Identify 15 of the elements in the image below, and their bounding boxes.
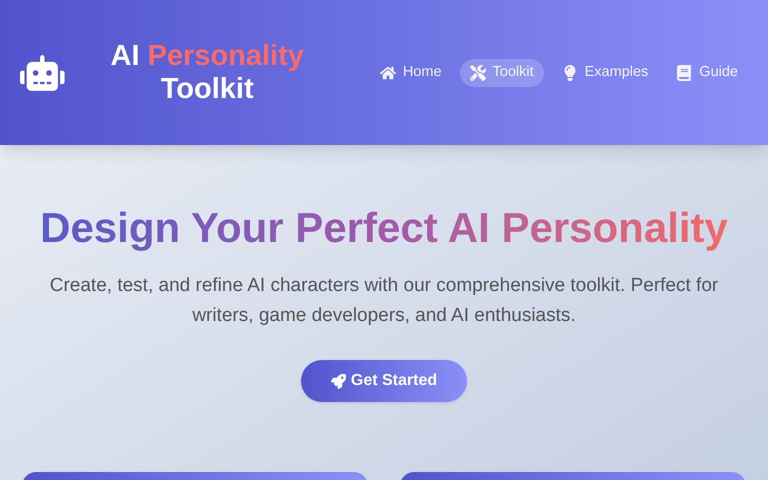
title-accent: Personality [148,40,304,72]
get-started-button[interactable]: Get Started [300,360,468,402]
nav-link[interactable]: Home [370,58,452,86]
robot-icon [20,52,65,92]
hero-subtitle: Create, test, and refine AI characters with our comprehensive toolkit. Perfect for writers, game developers, and AI enthusiasts. [48,274,720,328]
nav-link[interactable]: Toolkit [460,58,544,86]
home-icon [380,64,396,80]
title-text: Toolkit [160,72,254,106]
tools-icon [470,64,486,80]
title-text: AI [110,40,140,72]
nav-link[interactable]: Guide [666,58,748,86]
lightbulb-icon [562,64,578,80]
rocket-icon [330,374,346,388]
nav-link[interactable]: Examples [552,58,658,86]
book-icon [676,64,692,80]
